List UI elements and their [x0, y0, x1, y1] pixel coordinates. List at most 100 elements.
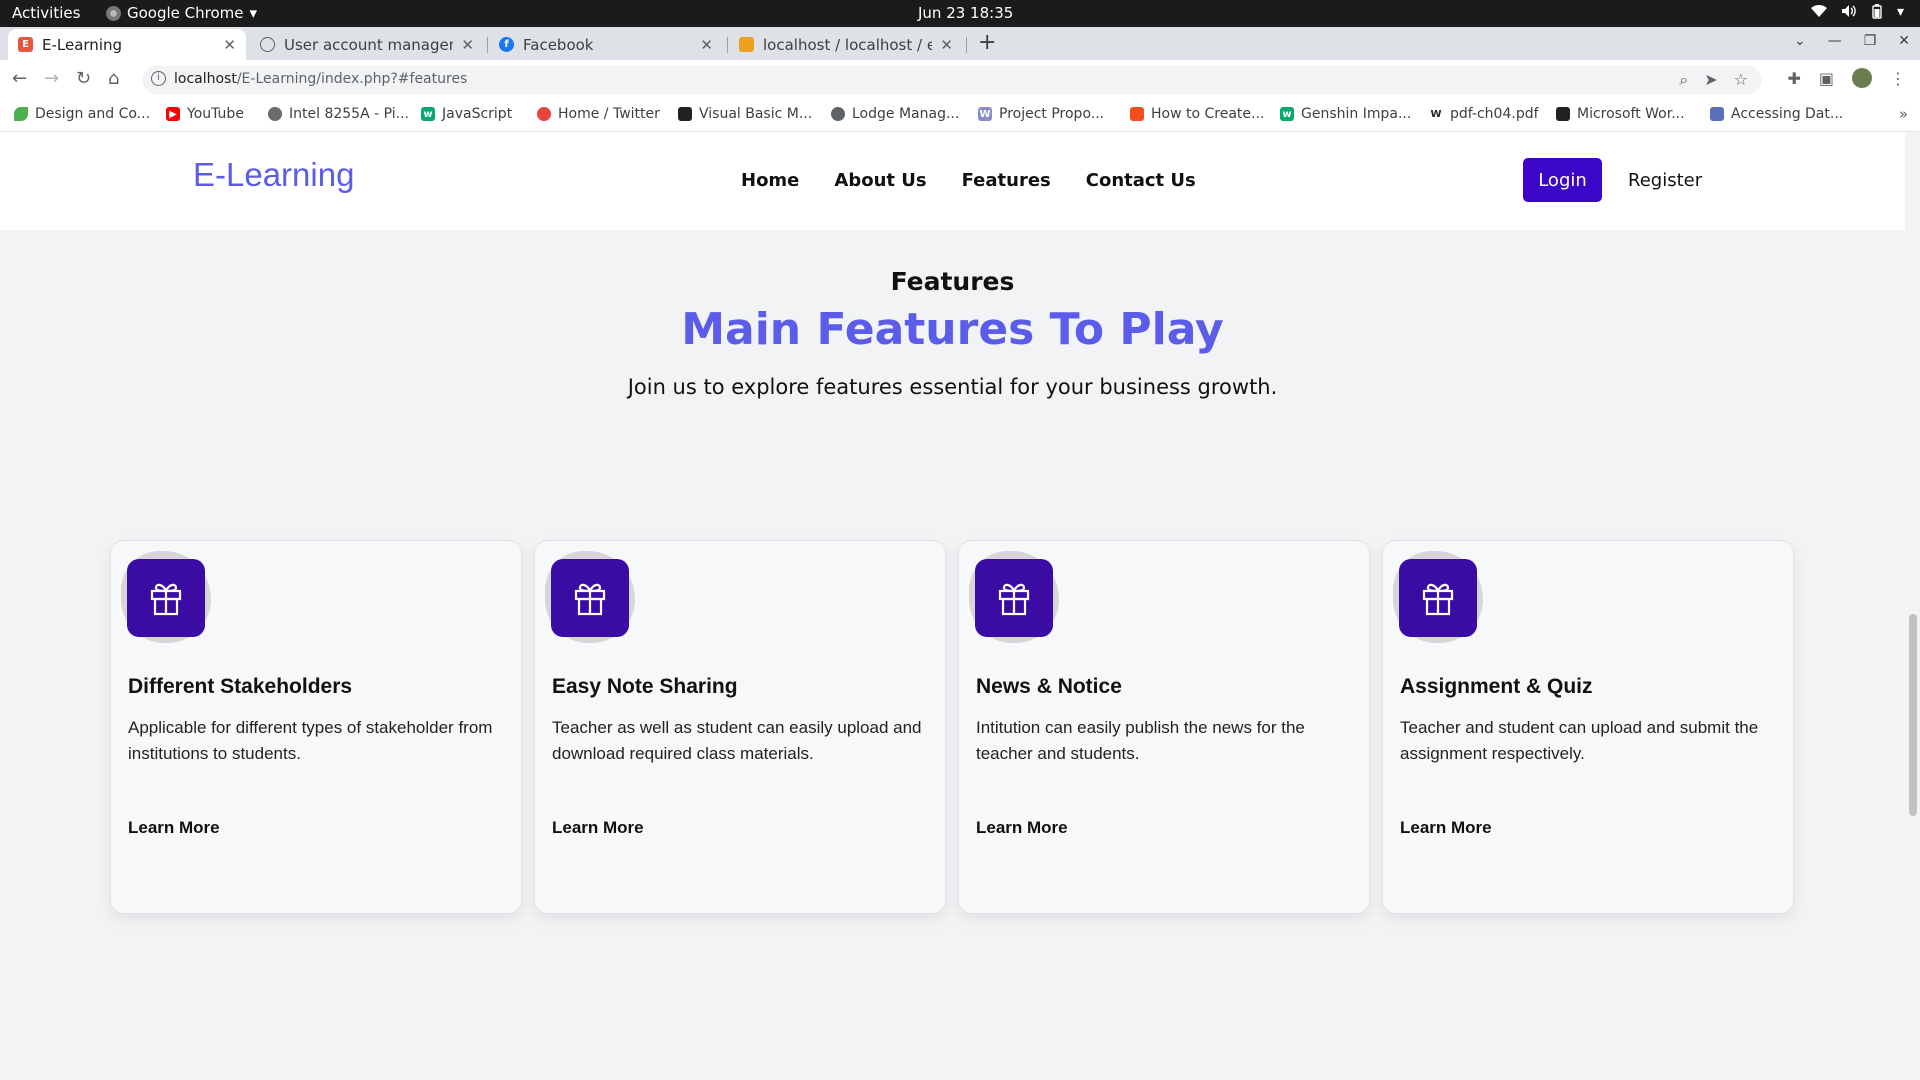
globe-icon: [831, 107, 845, 121]
wifi-icon: [1810, 4, 1827, 23]
profile-avatar[interactable]: [1852, 68, 1872, 88]
close-icon[interactable]: ✕: [223, 36, 236, 54]
os-top-bar: Activities Google Chrome ▾ Jun 23 18:35 …: [0, 0, 1920, 27]
tab-elearning[interactable]: E E-Learning ✕: [8, 29, 246, 60]
tab-search-chevron-icon[interactable]: ⌄: [1794, 33, 1806, 49]
wiki-icon: W: [1429, 107, 1443, 121]
restore-icon[interactable]: ❐: [1864, 33, 1877, 49]
activities-button[interactable]: Activities: [12, 4, 80, 22]
bookmarks-bar: Design and Co... ▶ YouTube Intel 8255A - …: [0, 99, 1920, 132]
feature-title: Assignment & Quiz: [1400, 675, 1593, 698]
bookmark-star-icon[interactable]: ☆: [1734, 70, 1748, 90]
book-icon: [678, 107, 692, 121]
site-nav: Home About Us Features Contact Us: [741, 170, 1196, 191]
bookmark-item[interactable]: ▶ YouTube: [166, 106, 244, 122]
nav-about-us[interactable]: About Us: [834, 170, 926, 191]
tab-phpmyadmin[interactable]: localhost / localhost / ele ✕: [729, 29, 963, 60]
url-path: /E-Learning/index.php?#features: [236, 71, 468, 87]
section-eyebrow: Features: [890, 267, 1015, 296]
back-arrow-icon[interactable]: ←: [12, 68, 27, 89]
bookmark-item[interactable]: Intel 8255A - Pi...: [268, 106, 409, 122]
bookmark-label: pdf-ch04.pdf: [1450, 106, 1539, 122]
home-icon[interactable]: ⌂: [108, 68, 119, 89]
feature-description: Intitution can easily publish the news f…: [976, 718, 1305, 763]
feature-card: Different Stakeholders Applicable for di…: [110, 540, 522, 914]
forward-arrow-icon[interactable]: →: [44, 68, 59, 89]
address-bar[interactable]: i localhost/E-Learning/index.php?#featur…: [142, 66, 1762, 94]
gear-icon: [268, 107, 282, 121]
close-icon[interactable]: ✕: [700, 36, 713, 54]
gift-icon: [975, 559, 1053, 637]
side-panel-icon[interactable]: ▣: [1819, 69, 1834, 88]
page-scrollbar[interactable]: [1905, 132, 1920, 1080]
globe-icon: [260, 37, 275, 52]
tab-user-account[interactable]: User account managemer ✕: [250, 29, 484, 60]
close-icon[interactable]: ✕: [461, 36, 474, 54]
twitter-icon: [537, 107, 551, 121]
site-info-icon[interactable]: i: [151, 71, 166, 86]
app-menu[interactable]: Google Chrome ▾: [106, 4, 257, 22]
browser-toolbar: ← → ↻ ⌂ i localhost/E-Learning/index.php…: [0, 60, 1920, 99]
bookmark-item[interactable]: Design and Co...: [14, 106, 150, 122]
bookmark-item[interactable]: Accessing Dat...: [1710, 106, 1843, 122]
reload-icon[interactable]: ↻: [76, 68, 91, 89]
bookmark-label: Genshin Impa...: [1301, 106, 1412, 122]
omnibox-actions: ⌕ ➤ ☆: [1679, 70, 1748, 90]
gift-icon: [1399, 559, 1477, 637]
clock[interactable]: Jun 23 18:35: [918, 4, 1013, 22]
tab-title: User account managemer: [284, 35, 453, 54]
feature-icon-wrap: [969, 551, 1059, 643]
nav-contact-us[interactable]: Contact Us: [1086, 170, 1196, 191]
bookmark-item[interactable]: Wpdf-ch04.pdf: [1429, 106, 1539, 122]
learn-more-link[interactable]: Learn More: [552, 818, 644, 838]
feature-card: Easy Note Sharing Teacher as well as stu…: [534, 540, 946, 914]
feature-icon-wrap: [121, 551, 211, 643]
phpmyadmin-icon: [739, 37, 754, 52]
youtube-icon: ▶: [166, 107, 180, 121]
extensions-puzzle-icon[interactable]: ✚: [1787, 69, 1800, 88]
w3-icon: w: [421, 107, 435, 121]
minimize-icon[interactable]: —: [1828, 33, 1842, 49]
bookmark-item[interactable]: Visual Basic M...: [678, 106, 812, 122]
site-brand[interactable]: E-Learning: [193, 156, 354, 194]
bookmarks-overflow-icon[interactable]: »: [1899, 105, 1908, 123]
new-tab-plus-icon[interactable]: +: [978, 30, 996, 55]
bookmark-label: Design and Co...: [35, 106, 151, 122]
bookmark-item[interactable]: Home / Twitter: [537, 106, 660, 122]
bookmark-label: Home / Twitter: [558, 106, 660, 122]
window-close-icon[interactable]: ✕: [1898, 33, 1910, 49]
w3-icon: w: [1280, 107, 1294, 121]
bookmark-item[interactable]: w JavaScript: [421, 106, 512, 122]
section-subtitle: Join us to explore features essential fo…: [627, 375, 1278, 399]
site-header: E-Learning Home About Us Features Contac…: [0, 132, 1905, 230]
nav-home[interactable]: Home: [741, 170, 799, 191]
bookmark-item[interactable]: Microsoft Wor...: [1556, 106, 1685, 122]
bookmark-item[interactable]: Lodge Manag...: [831, 106, 959, 122]
register-link[interactable]: Register: [1628, 170, 1702, 191]
app-menu-label: Google Chrome: [127, 4, 244, 22]
kebab-menu-icon[interactable]: ⋮: [1890, 69, 1906, 88]
bookmark-item[interactable]: W Project Propo...: [978, 106, 1104, 122]
address-url[interactable]: localhost/E-Learning/index.php?#features: [174, 71, 467, 87]
send-icon[interactable]: ➤: [1704, 70, 1717, 90]
bookmark-item[interactable]: How to Create...: [1130, 106, 1264, 122]
scrollbar-thumb[interactable]: [1909, 614, 1917, 816]
nav-features[interactable]: Features: [962, 170, 1051, 191]
feature-description: Teacher as well as student can easily up…: [552, 718, 922, 763]
bookmark-item[interactable]: w Genshin Impa...: [1280, 106, 1411, 122]
volume-icon: [1841, 4, 1857, 23]
system-tray[interactable]: ▾: [1810, 4, 1904, 23]
url-host: localhost: [174, 71, 237, 87]
login-button[interactable]: Login: [1523, 158, 1602, 202]
tab-facebook[interactable]: f Facebook ✕: [489, 29, 723, 60]
close-icon[interactable]: ✕: [940, 36, 953, 54]
facebook-icon: f: [499, 37, 514, 52]
learn-more-link[interactable]: Learn More: [1400, 818, 1492, 838]
bookmark-label: Accessing Dat...: [1731, 106, 1844, 122]
zoom-icon[interactable]: ⌕: [1679, 70, 1688, 90]
tab-separator: [487, 37, 488, 53]
chrome-icon: [106, 5, 121, 21]
battery-icon: [1871, 4, 1883, 23]
learn-more-link[interactable]: Learn More: [976, 818, 1068, 838]
learn-more-link[interactable]: Learn More: [128, 818, 220, 838]
